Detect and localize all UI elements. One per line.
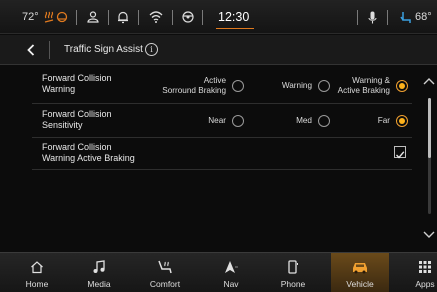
nav-label: Phone xyxy=(280,279,306,289)
scrollbar-thumb[interactable] xyxy=(428,98,431,158)
car-icon xyxy=(353,263,367,274)
passenger-temperature-value: 68° xyxy=(415,11,432,23)
music-note-icon xyxy=(93,260,105,273)
wifi-icon[interactable] xyxy=(149,0,163,34)
nav-phone[interactable]: Phone xyxy=(264,253,322,292)
nav-media[interactable]: Media xyxy=(70,253,128,292)
apps-grid-icon xyxy=(419,261,431,273)
nav-label: Home xyxy=(25,279,49,289)
driver-temperature-value: 72° xyxy=(22,11,39,23)
setting-row-fcs: Forward Collision Sensitivity Near Med F… xyxy=(32,104,412,138)
navigation-arrow-icon xyxy=(225,261,238,273)
nav-vehicle[interactable]: Vehicle xyxy=(331,253,389,292)
steering-wheel-icon[interactable] xyxy=(182,0,194,34)
heated-seat-icon xyxy=(158,260,172,274)
option-label: Active Sorround Braking xyxy=(162,76,226,95)
notification-bell-icon[interactable] xyxy=(117,0,129,34)
nav-label: Apps xyxy=(415,279,435,289)
nav-label: Media xyxy=(87,279,111,289)
screen: 72° 12:30 68° Traffic Sign Assist i Forw… xyxy=(0,0,437,292)
chevron-down-icon xyxy=(423,231,435,238)
phone-icon xyxy=(288,260,298,274)
info-icon[interactable]: i xyxy=(145,43,158,56)
passenger-temperature[interactable]: 68° xyxy=(415,0,432,34)
radio-button[interactable] xyxy=(318,114,330,127)
nav-nav[interactable]: Nav xyxy=(202,253,260,292)
setting-label: Forward Collision Sensitivity xyxy=(42,109,112,130)
option-label: Near xyxy=(208,115,226,125)
chevron-left-icon xyxy=(27,44,35,56)
nav-home[interactable]: Home xyxy=(8,253,66,292)
option-med[interactable]: Med xyxy=(296,104,330,137)
chevron-up-icon xyxy=(423,78,435,85)
nav-label: Nav xyxy=(223,279,239,289)
scroll-up-button[interactable] xyxy=(423,72,435,90)
radio-button-selected[interactable] xyxy=(396,79,408,92)
radio-button[interactable] xyxy=(232,79,244,92)
clock-underline xyxy=(216,28,254,29)
radio-button-selected[interactable] xyxy=(396,114,408,127)
radio-button[interactable] xyxy=(318,79,330,92)
back-button[interactable] xyxy=(22,41,40,59)
option-label: Med xyxy=(296,115,312,125)
radio-button[interactable] xyxy=(232,114,244,127)
user-profile-icon[interactable] xyxy=(87,0,99,34)
page-header: Traffic Sign Assist i xyxy=(0,35,437,65)
bottom-nav: Home Media Comfort Nav Phone Vehicle App… xyxy=(0,252,437,292)
nav-label: Vehicle xyxy=(346,279,374,289)
scrollbar-track[interactable] xyxy=(428,98,431,214)
option-warning-active-braking[interactable]: Warning & Active Braking xyxy=(338,68,408,103)
option-near[interactable]: Near xyxy=(208,104,244,137)
option-label: Warning & Active Braking xyxy=(337,76,390,95)
page-title: Traffic Sign Assist xyxy=(64,44,143,55)
home-icon xyxy=(31,261,43,274)
nav-apps[interactable]: Apps xyxy=(396,253,437,292)
option-active-sorround-braking[interactable]: Active Sorround Braking xyxy=(162,68,244,103)
option-label: Far xyxy=(377,115,390,125)
passenger-seat-climate-icon[interactable] xyxy=(400,0,412,34)
header-divider xyxy=(49,41,50,59)
option-label: Warning xyxy=(281,80,312,90)
checkbox-checked[interactable] xyxy=(394,146,406,159)
setting-row-fcw-active-braking[interactable]: Forward Collision Warning Active Braking xyxy=(32,138,412,170)
setting-row-fcw: Forward Collision Warning Active Sorroun… xyxy=(32,68,412,104)
heated-seat-icon[interactable] xyxy=(56,0,68,34)
heated-steering-icon[interactable] xyxy=(44,0,54,34)
setting-label: Forward Collision Warning xyxy=(42,73,112,94)
checkmark-icon xyxy=(396,151,405,159)
scroll-down-button[interactable] xyxy=(423,226,435,244)
nav-label: Comfort xyxy=(149,279,181,289)
status-bar: 72° 12:30 68° xyxy=(0,0,437,34)
setting-label: Forward Collision Warning Active Braking xyxy=(42,142,135,163)
nav-comfort[interactable]: Comfort xyxy=(136,253,194,292)
microphone-icon[interactable] xyxy=(368,0,377,34)
driver-temperature[interactable]: 72° xyxy=(22,0,39,34)
option-warning[interactable]: Warning xyxy=(282,68,330,103)
option-far[interactable]: Far xyxy=(378,104,408,137)
